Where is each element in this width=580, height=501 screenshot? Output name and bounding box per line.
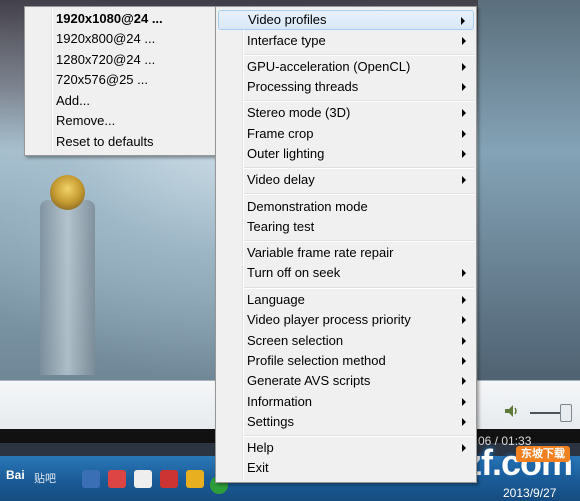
- menu-item-label: Video profiles: [248, 12, 327, 27]
- menu-item-language[interactable]: Language: [218, 290, 474, 310]
- menu-separator: [244, 240, 474, 242]
- profile-item-1280x720[interactable]: 1280x720@24 ...: [27, 50, 214, 70]
- taskbar-app-icon[interactable]: [160, 470, 178, 488]
- profile-reset-item[interactable]: Reset to defaults: [27, 132, 214, 152]
- submenu-arrow-icon: [462, 63, 466, 71]
- submenu-arrow-icon: [462, 150, 466, 158]
- menu-item-frame-crop[interactable]: Frame crop: [218, 124, 474, 144]
- menu-separator: [244, 193, 474, 195]
- menu-item-interface-type[interactable]: Interface type: [218, 31, 474, 51]
- taskbar-baidu-logo[interactable]: Bai: [6, 468, 25, 482]
- menu-item-demonstration-mode[interactable]: Demonstration mode: [218, 197, 474, 217]
- video-right-region: [478, 0, 580, 380]
- submenu-arrow-icon: [462, 377, 466, 385]
- menu-item-label: Screen selection: [247, 333, 344, 348]
- menu-item-exit[interactable]: Exit: [218, 458, 474, 478]
- submenu-arrow-icon: [462, 176, 466, 184]
- submenu-arrow-icon: [462, 316, 466, 324]
- context-menu: Video profiles Interface type GPU-accele…: [215, 6, 477, 483]
- profile-remove-item[interactable]: Remove...: [27, 111, 214, 131]
- menu-item-label: Video delay: [247, 172, 315, 187]
- menu-item-tearing-test[interactable]: Tearing test: [218, 217, 474, 237]
- taskbar-app-icon[interactable]: [82, 470, 100, 488]
- profile-item-720x576[interactable]: 720x576@25 ...: [27, 70, 214, 90]
- menu-item-label: Profile selection method: [247, 353, 386, 368]
- taskbar-tieba-label[interactable]: 贴吧: [34, 470, 56, 486]
- menu-item-label: Video player process priority: [247, 312, 411, 327]
- submenu-arrow-icon: [462, 337, 466, 345]
- submenu-arrow-icon: [462, 37, 466, 45]
- menu-item-label: Settings: [247, 414, 294, 429]
- menu-item-video-profiles[interactable]: Video profiles: [218, 10, 474, 30]
- menu-item-settings[interactable]: Settings: [218, 412, 474, 432]
- profile-item-1920x800[interactable]: 1920x800@24 ...: [27, 29, 214, 49]
- submenu-arrow-icon: [462, 130, 466, 138]
- menu-separator: [244, 287, 474, 289]
- menu-item-processing-threads[interactable]: Processing threads: [218, 77, 474, 97]
- menu-item-process-priority[interactable]: Video player process priority: [218, 310, 474, 330]
- video-tower: [40, 200, 95, 375]
- menu-item-label: Interface type: [247, 33, 326, 48]
- menu-item-generate-avs[interactable]: Generate AVS scripts: [218, 371, 474, 391]
- video-tower-top: [50, 175, 85, 210]
- menu-item-stereo-mode[interactable]: Stereo mode (3D): [218, 103, 474, 123]
- menu-item-label: Processing threads: [247, 79, 359, 94]
- menu-item-label: Language: [247, 292, 305, 307]
- profile-add-item[interactable]: Add...: [27, 91, 214, 111]
- volume-icon[interactable]: [504, 404, 520, 418]
- submenu-arrow-icon: [461, 17, 465, 25]
- menu-item-profile-selection-method[interactable]: Profile selection method: [218, 351, 474, 371]
- menu-item-information[interactable]: Information: [218, 392, 474, 412]
- submenu-arrow-icon: [462, 418, 466, 426]
- menu-item-outer-lighting[interactable]: Outer lighting: [218, 144, 474, 164]
- menu-separator: [244, 167, 474, 169]
- profile-item-1920x1080[interactable]: 1920x1080@24 ...: [27, 9, 214, 29]
- menu-item-vfr-repair[interactable]: Variable frame rate repair: [218, 243, 474, 263]
- menu-item-label: Turn off on seek: [247, 265, 341, 280]
- menu-item-label: Stereo mode (3D): [247, 105, 351, 120]
- volume-slider-thumb[interactable]: [560, 404, 572, 422]
- menu-item-label: GPU-acceleration (OpenCL): [247, 59, 411, 74]
- menu-item-label: Information: [247, 394, 313, 409]
- taskbar-app-icon[interactable]: [134, 470, 152, 488]
- menu-separator: [244, 100, 474, 102]
- menu-item-label: Generate AVS scripts: [247, 373, 371, 388]
- submenu-arrow-icon: [462, 83, 466, 91]
- menu-item-gpu-acceleration[interactable]: GPU-acceleration (OpenCL): [218, 57, 474, 77]
- watermark-badge: 东坡下载: [516, 446, 570, 462]
- taskbar-date[interactable]: 2013/9/27: [503, 486, 556, 500]
- submenu-arrow-icon: [462, 296, 466, 304]
- menu-item-label: Frame crop: [247, 126, 314, 141]
- taskbar-app-icon[interactable]: [108, 470, 126, 488]
- submenu-arrow-icon: [462, 269, 466, 277]
- menu-separator: [244, 54, 474, 56]
- submenu-arrow-icon: [462, 398, 466, 406]
- menu-item-help[interactable]: Help: [218, 438, 474, 458]
- submenu-arrow-icon: [462, 444, 466, 452]
- menu-item-turn-off-on-seek[interactable]: Turn off on seek: [218, 263, 474, 283]
- submenu-arrow-icon: [462, 357, 466, 365]
- menu-item-label: Outer lighting: [247, 146, 325, 161]
- video-profiles-submenu: 1920x1080@24 ... 1920x800@24 ... 1280x72…: [24, 6, 217, 156]
- submenu-arrow-icon: [462, 109, 466, 117]
- menu-item-label: Help: [247, 440, 274, 455]
- menu-item-screen-selection[interactable]: Screen selection: [218, 331, 474, 351]
- taskbar-app-icon[interactable]: [186, 470, 204, 488]
- menu-item-video-delay[interactable]: Video delay: [218, 170, 474, 190]
- menu-separator: [244, 435, 474, 437]
